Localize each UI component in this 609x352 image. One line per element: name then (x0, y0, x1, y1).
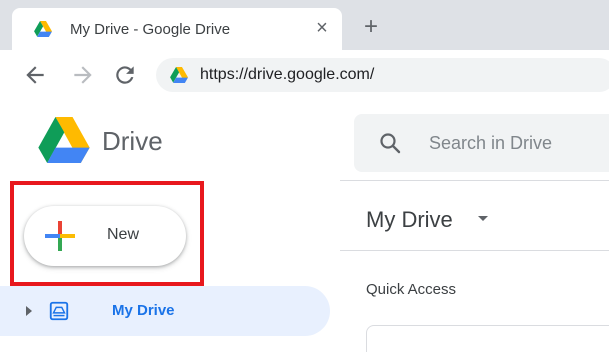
sidebar-item-my-drive[interactable]: My Drive (0, 286, 330, 336)
close-icon[interactable]: × (312, 18, 332, 38)
quick-access-card[interactable] (366, 325, 609, 352)
new-button-label: New (107, 226, 140, 243)
chevron-down-icon[interactable] (478, 216, 488, 221)
my-drive-icon (49, 301, 69, 321)
reload-icon[interactable] (112, 62, 138, 88)
search-box[interactable]: Search in Drive (354, 114, 609, 172)
browser-toolbar: https://drive.google.com/ (0, 50, 609, 102)
address-url: https://drive.google.com/ (200, 66, 375, 83)
new-button[interactable]: New (24, 206, 186, 266)
google-drive-icon (170, 67, 188, 83)
app-name[interactable]: Drive (102, 126, 163, 157)
browser-tab[interactable]: My Drive - Google Drive × (12, 8, 342, 50)
search-input[interactable]: Search in Drive (429, 133, 552, 154)
multicolor-plus-icon (45, 221, 75, 251)
browser-tab-strip: My Drive - Google Drive × + (0, 0, 609, 50)
new-tab-button[interactable]: + (360, 15, 382, 39)
expand-caret-icon[interactable] (26, 306, 32, 316)
quick-access-heading: Quick Access (366, 281, 457, 298)
arrow-forward-icon[interactable] (70, 62, 96, 88)
address-bar[interactable]: https://drive.google.com/ (156, 58, 609, 92)
search-icon[interactable] (378, 131, 402, 155)
tab-title: My Drive - Google Drive (70, 21, 231, 38)
google-drive-icon (34, 21, 52, 37)
arrow-back-icon[interactable] (22, 62, 48, 88)
header-divider (340, 180, 609, 181)
main-divider (340, 250, 609, 251)
sidebar-item-label: My Drive (112, 302, 175, 319)
google-drive-icon[interactable] (38, 117, 90, 163)
location-title[interactable]: My Drive (366, 207, 453, 233)
